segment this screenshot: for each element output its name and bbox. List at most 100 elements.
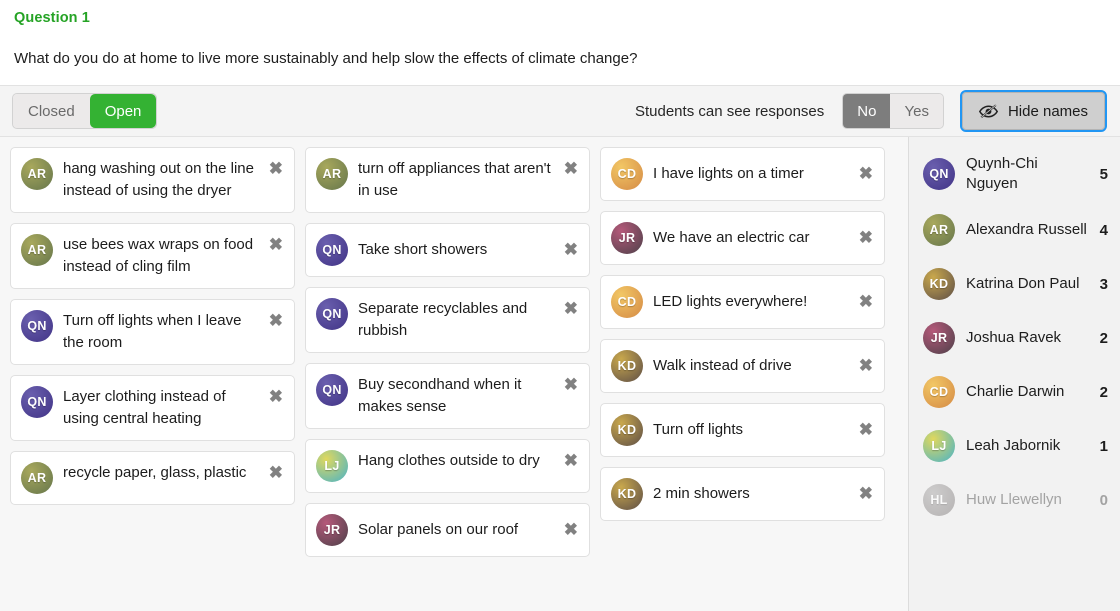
see-responses-label: Students can see responses	[635, 103, 824, 120]
state-open-option[interactable]: Open	[90, 94, 157, 128]
response-card[interactable]: QN Buy secondhand when it makes sense ✖	[305, 363, 590, 429]
response-text: turn off appliances that aren't in use	[358, 158, 551, 202]
hide-names-button[interactable]: Hide names	[962, 92, 1105, 130]
student-avatar: QN	[923, 158, 955, 190]
delete-response-icon[interactable]: ✖	[856, 292, 876, 312]
student-name: Huw Llewellyn	[966, 490, 1089, 510]
response-card[interactable]: ARturn off appliances that aren't in use…	[305, 147, 590, 213]
student-row[interactable]: JRJoshua Ravek2	[909, 311, 1120, 365]
response-text: hang washing out on the line instead of …	[63, 158, 256, 202]
response-avatar: JR	[316, 514, 348, 546]
response-avatar: QN	[316, 374, 348, 406]
response-card[interactable]: KD Walk instead of drive ✖	[600, 339, 885, 393]
response-card[interactable]: QN Separate recyclables and rubbish ✖	[305, 287, 590, 353]
response-text: Take short showers	[358, 239, 551, 261]
toolbar: Closed Open Students can see responses N…	[0, 85, 1120, 137]
response-avatar: AR	[21, 234, 53, 266]
response-card[interactable]: QN Turn off lights when I leave the room ✖	[10, 299, 295, 365]
response-card[interactable]: AR use bees wax wraps on food instead of …	[10, 223, 295, 289]
response-avatar: QN	[316, 298, 348, 330]
response-avatar: KD	[611, 350, 643, 382]
question-header: Question 1 What do you do at home to liv…	[0, 0, 1120, 85]
delete-response-icon[interactable]: ✖	[266, 235, 286, 255]
delete-response-icon[interactable]: ✖	[561, 159, 581, 179]
response-avatar: QN	[21, 310, 53, 342]
student-name: Joshua Ravek	[966, 328, 1089, 348]
response-card[interactable]: KD Turn off lights ✖	[600, 403, 885, 457]
response-text: Buy secondhand when it makes sense	[358, 374, 551, 418]
response-card[interactable]: CDI have lights on a timer✖	[600, 147, 885, 201]
student-row[interactable]: QN Quynh-Chi Nguyen 5	[909, 145, 1120, 203]
see-responses-no-option[interactable]: No	[843, 94, 890, 128]
response-text: Separate recyclables and rubbish	[358, 298, 551, 342]
response-text: Walk instead of drive	[653, 355, 846, 377]
student-name: Quynh-Chi Nguyen	[966, 154, 1089, 194]
student-avatar: KD	[923, 268, 955, 300]
delete-response-icon[interactable]: ✖	[856, 228, 876, 248]
response-avatar: CD	[611, 158, 643, 190]
response-text: Hang clothes outside to dry	[358, 450, 551, 472]
response-text: Layer clothing instead of using central …	[63, 386, 256, 430]
response-avatar: QN	[316, 234, 348, 266]
student-row[interactable]: HL Huw Llewellyn 0	[909, 473, 1120, 527]
student-response-count: 5	[1100, 166, 1108, 183]
state-closed-option[interactable]: Closed	[13, 94, 90, 128]
response-card[interactable]: QNLayer clothing instead of using centra…	[10, 375, 295, 441]
delete-response-icon[interactable]: ✖	[266, 159, 286, 179]
student-response-count: 3	[1100, 276, 1108, 293]
student-avatar: HL	[923, 484, 955, 516]
delete-response-icon[interactable]: ✖	[561, 240, 581, 260]
response-avatar: CD	[611, 286, 643, 318]
student-row[interactable]: KD Katrina Don Paul 3	[909, 257, 1120, 311]
see-responses-toggle[interactable]: No Yes	[842, 93, 944, 129]
response-avatar: JR	[611, 222, 643, 254]
question-responses-app: Question 1 What do you do at home to liv…	[0, 0, 1120, 611]
delete-response-icon[interactable]: ✖	[561, 451, 581, 471]
student-avatar: AR	[923, 214, 955, 246]
response-card[interactable]: ARrecycle paper, glass, plastic✖	[10, 451, 295, 505]
delete-response-icon[interactable]: ✖	[856, 356, 876, 376]
student-avatar: JR	[923, 322, 955, 354]
student-name: Katrina Don Paul	[966, 274, 1089, 294]
student-row[interactable]: LJLeah Jabornik1	[909, 419, 1120, 473]
student-response-count: 0	[1100, 492, 1108, 509]
response-text: 2 min showers	[653, 483, 846, 505]
delete-response-icon[interactable]: ✖	[561, 375, 581, 395]
delete-response-icon[interactable]: ✖	[266, 463, 286, 483]
response-card[interactable]: JRWe have an electric car✖	[600, 211, 885, 265]
response-avatar: AR	[21, 462, 53, 494]
student-response-count: 2	[1100, 384, 1108, 401]
delete-response-icon[interactable]: ✖	[266, 311, 286, 331]
response-card[interactable]: CDLED lights everywhere!✖	[600, 275, 885, 329]
response-text: Turn off lights	[653, 419, 846, 441]
response-card[interactable]: KD 2 min showers ✖	[600, 467, 885, 521]
response-avatar: KD	[611, 414, 643, 446]
student-name: Alexandra Russell	[966, 220, 1089, 240]
response-text: Turn off lights when I leave the room	[63, 310, 256, 354]
response-card[interactable]: JR Solar panels on our roof ✖	[305, 503, 590, 557]
response-columns: AR hang washing out on the line instead o…	[0, 137, 908, 611]
student-name: Leah Jabornik	[966, 436, 1089, 456]
question-state-toggle[interactable]: Closed Open	[12, 93, 157, 129]
delete-response-icon[interactable]: ✖	[856, 164, 876, 184]
response-avatar: LJ	[316, 450, 348, 482]
students-sidebar: QNQuynh-Chi Nguyen5ARAlexandra Russell4K…	[908, 137, 1120, 611]
delete-response-icon[interactable]: ✖	[856, 484, 876, 504]
eye-slash-icon	[979, 104, 998, 119]
response-card[interactable]: LJ Hang clothes outside to dry ✖	[305, 439, 590, 493]
response-text: use bees wax wraps on food instead of cl…	[63, 234, 256, 278]
response-text: Solar panels on our roof	[358, 519, 551, 541]
student-row[interactable]: CDCharlie Darwin2	[909, 365, 1120, 419]
response-avatar: KD	[611, 478, 643, 510]
delete-response-icon[interactable]: ✖	[561, 520, 581, 540]
response-card[interactable]: QN Take short showers ✖	[305, 223, 590, 277]
see-responses-yes-option[interactable]: Yes	[890, 94, 942, 128]
delete-response-icon[interactable]: ✖	[561, 299, 581, 319]
delete-response-icon[interactable]: ✖	[856, 420, 876, 440]
student-avatar: LJ	[923, 430, 955, 462]
delete-response-icon[interactable]: ✖	[266, 387, 286, 407]
response-avatar: AR	[21, 158, 53, 190]
response-card[interactable]: AR hang washing out on the line instead o…	[10, 147, 295, 213]
student-avatar: CD	[923, 376, 955, 408]
student-row[interactable]: ARAlexandra Russell4	[909, 203, 1120, 257]
